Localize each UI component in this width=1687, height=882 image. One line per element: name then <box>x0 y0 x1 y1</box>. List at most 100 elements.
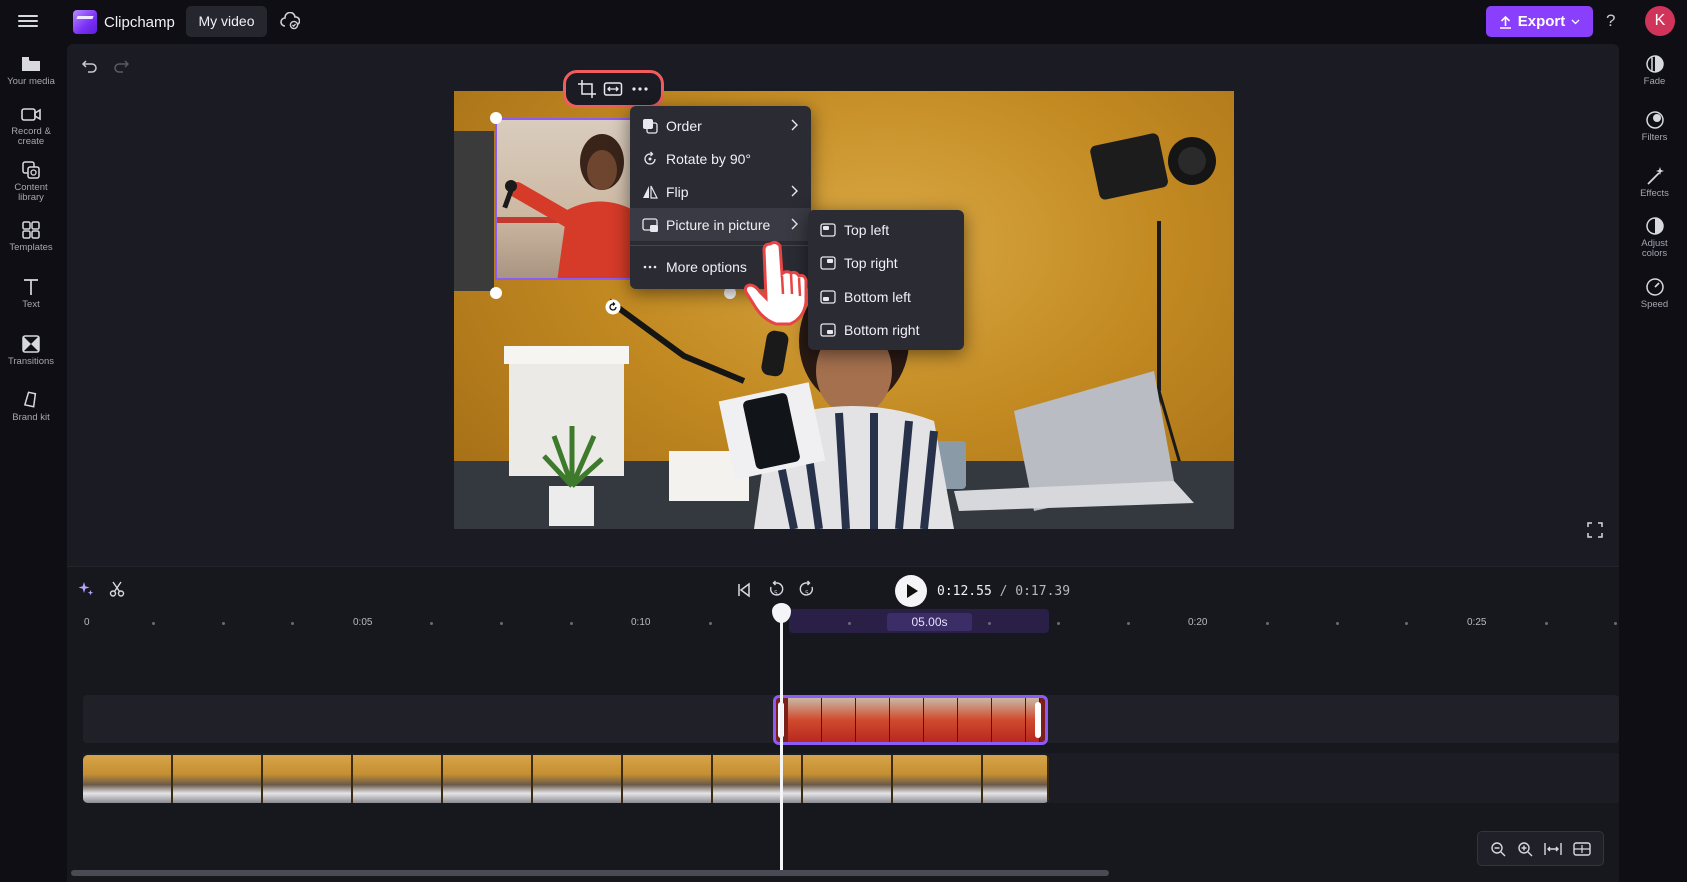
clip-thumbnail <box>353 755 443 803</box>
clip-thumbnail <box>83 755 173 803</box>
top-bar: Clipchamp My video Export ? K <box>0 0 1687 44</box>
zoom-in-icon[interactable] <box>1517 841 1533 857</box>
pip-option-top-left[interactable]: Top left <box>808 213 964 247</box>
clip-thumbnail <box>958 698 992 742</box>
flip-icon <box>643 185 658 199</box>
total-time: 0:17.39 <box>1015 584 1071 599</box>
sidebar-item-record-create[interactable]: Record & create <box>0 104 62 147</box>
property-label-line2: colors <box>1641 248 1668 259</box>
menu-item-flip[interactable]: Flip <box>630 175 811 208</box>
clipchamp-logo <box>73 10 97 34</box>
pip-clip[interactable] <box>773 695 1048 745</box>
templates-icon <box>22 221 40 239</box>
ruler-label: 0:10 <box>631 617 651 628</box>
resize-handle-top-left[interactable] <box>490 112 502 124</box>
fit-icon[interactable] <box>603 79 623 99</box>
sidebar-item-transitions[interactable]: Transitions <box>0 334 62 367</box>
fit-timeline-icon[interactable] <box>1544 841 1562 857</box>
rewind-5-icon[interactable]: 5 <box>767 580 785 600</box>
pip-option-top-right[interactable]: Top right <box>808 247 964 281</box>
property-filters[interactable]: Filters <box>1622 110 1687 143</box>
folder-icon <box>22 57 40 71</box>
clip-thumbnail <box>263 755 353 803</box>
zoom-controls <box>1477 831 1604 866</box>
clip-thumbnail <box>890 698 924 742</box>
main-video-clip[interactable] <box>83 755 1049 803</box>
clip-thumbnail <box>788 698 822 742</box>
undo-icon[interactable] <box>80 56 100 76</box>
submenu-item-label: Top left <box>844 221 890 238</box>
left-sidebar: Your media Record & create Content libra… <box>0 44 62 882</box>
property-effects[interactable]: Effects <box>1622 166 1687 199</box>
sidebar-item-label: Transitions <box>7 356 55 367</box>
chevron-right-icon <box>791 119 798 131</box>
menu-item-order[interactable]: Order <box>630 109 811 142</box>
clip-thumbnail <box>623 755 713 803</box>
sidebar-item-templates[interactable]: Templates <box>0 220 62 253</box>
upload-icon <box>1499 15 1511 29</box>
property-adjust-colors[interactable]: Adjust colors <box>1622 216 1687 259</box>
sidebar-item-text[interactable]: Text <box>0 277 62 310</box>
skip-to-start-icon[interactable] <box>736 582 752 598</box>
sidebar-item-label-line2: library <box>18 192 44 203</box>
pip-submenu: Top left Top right Bottom left Bottom ri… <box>808 210 964 350</box>
pip-option-bottom-left[interactable]: Bottom left <box>808 280 964 314</box>
fullscreen-icon[interactable] <box>1587 522 1603 538</box>
clip-thumbnail <box>533 755 623 803</box>
ruler-tick <box>709 622 712 625</box>
speed-icon <box>1645 278 1664 296</box>
filters-icon <box>1645 111 1664 129</box>
property-label: Effects <box>1640 188 1669 199</box>
ruler-tick <box>1614 622 1617 625</box>
sidebar-item-brand-kit[interactable]: Brand kit <box>0 390 62 423</box>
menu-item-label: Rotate by 90° <box>666 150 751 167</box>
brand-kit-icon <box>23 391 37 408</box>
order-icon <box>643 118 658 134</box>
playhead[interactable] <box>780 607 783 875</box>
play-button[interactable] <box>895 575 927 607</box>
menu-item-label: Flip <box>666 183 689 200</box>
timeline-scrollbar[interactable] <box>71 870 1109 876</box>
rotate-icon <box>644 151 656 165</box>
clip-trim-handle-right[interactable] <box>1035 702 1041 738</box>
menu-item-rotate[interactable]: Rotate by 90° <box>630 142 811 175</box>
library-icon <box>22 161 40 179</box>
property-fade[interactable]: Fade <box>1622 54 1687 87</box>
redo-icon[interactable] <box>111 56 131 76</box>
sidebar-item-label: Brand kit <box>12 412 50 423</box>
submenu-item-label: Top right <box>844 255 898 272</box>
cloud-sync-icon[interactable] <box>280 12 300 30</box>
crop-icon[interactable] <box>577 79 597 99</box>
forward-5-icon[interactable]: 5 <box>798 580 816 600</box>
project-name-tab[interactable]: My video <box>186 6 267 37</box>
scissors-icon[interactable] <box>109 581 125 597</box>
menu-item-label: Order <box>666 117 702 134</box>
transitions-icon <box>22 335 40 353</box>
clip-thumbnail <box>713 755 803 803</box>
ruler-label: 0:25 <box>1467 617 1487 628</box>
menu-item-picture-in-picture[interactable]: Picture in picture <box>630 208 811 241</box>
selection-duration: 05.00s <box>887 613 972 631</box>
resize-handle-bottom-left[interactable] <box>490 287 502 299</box>
sidebar-item-label: Templates <box>9 242 53 253</box>
expand-track-icon[interactable] <box>1573 841 1592 857</box>
pip-top-right-icon <box>820 256 836 270</box>
menu-icon[interactable] <box>18 12 38 30</box>
ruler-tick <box>222 622 225 625</box>
sidebar-item-your-media[interactable]: Your media <box>0 54 62 87</box>
ruler-tick <box>291 622 294 625</box>
more-options-icon[interactable] <box>630 79 650 99</box>
zoom-out-icon[interactable] <box>1490 841 1506 857</box>
sparkle-icon[interactable] <box>78 581 94 597</box>
sidebar-item-label: Your media <box>7 76 55 87</box>
export-button[interactable]: Export <box>1486 6 1593 37</box>
help-icon[interactable]: ? <box>1606 11 1615 31</box>
property-speed[interactable]: Speed <box>1622 277 1687 310</box>
rotate-handle-icon[interactable] <box>605 299 621 315</box>
svg-text:5: 5 <box>774 590 778 597</box>
avatar[interactable]: K <box>1645 6 1675 36</box>
time-separator: / <box>991 584 1016 599</box>
sidebar-item-content-library[interactable]: Content library <box>0 160 62 203</box>
pip-option-bottom-right[interactable]: Bottom right <box>808 314 964 348</box>
clip-thumbnail <box>856 698 890 742</box>
